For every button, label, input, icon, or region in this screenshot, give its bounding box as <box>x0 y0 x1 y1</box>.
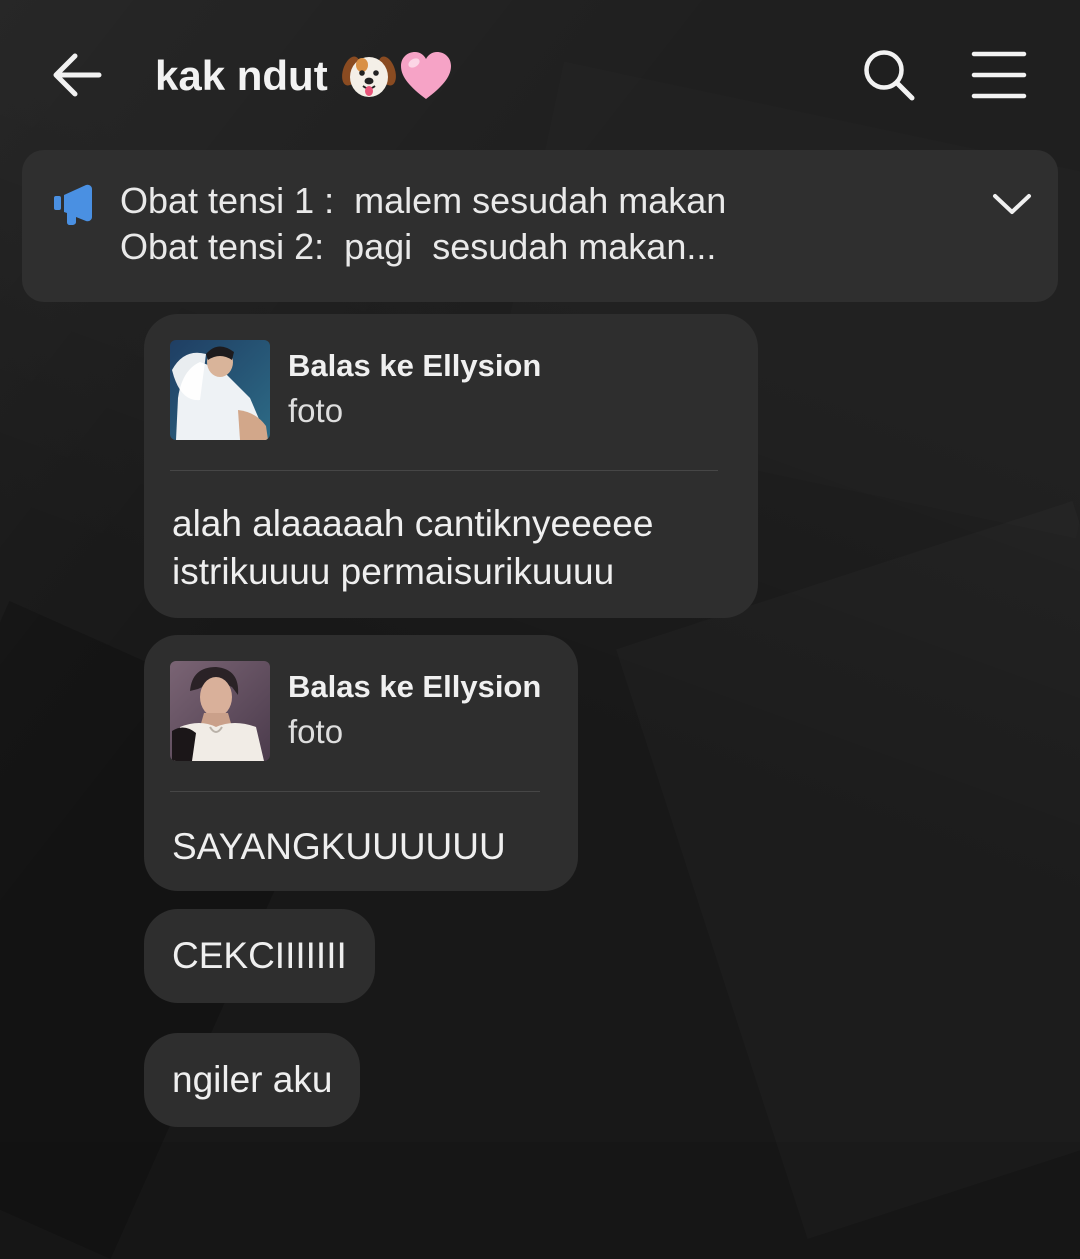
message-bubble[interactable]: Balas ke Ellysion foto alah alaaaaah can… <box>144 314 758 618</box>
message-text: alah alaaaaah cantiknyeeeee istrikuuuu pe… <box>172 500 653 596</box>
dog-face-emoji <box>341 56 396 97</box>
chat-title[interactable]: kak ndut <box>155 46 454 106</box>
reply-preview[interactable]: Balas ke Ellysion foto <box>170 340 541 440</box>
chevron-down-icon <box>993 194 1031 214</box>
message-line: istrikuuuu permaisurikuuuu <box>172 551 615 592</box>
back-button[interactable] <box>44 42 110 108</box>
reply-meta: Balas ke Ellysion foto <box>288 666 541 756</box>
expand-pinned-button[interactable] <box>982 178 1042 230</box>
message-text: CEKCIIIIIII <box>172 935 347 976</box>
message-bubble[interactable]: ngiler aku <box>144 1033 361 1127</box>
pink-heart-emoji <box>400 52 451 99</box>
reply-type-label: foto <box>288 713 344 750</box>
message-bubble[interactable]: CEKCIIIIIII <box>144 909 375 1003</box>
pinned-line-1: Obat tensi 1 : malem sesudah makan <box>120 180 727 221</box>
search-icon <box>864 50 915 101</box>
pinned-line-2: Obat tensi 2: pagi sesudah makan... <box>120 226 717 267</box>
arrow-left-icon <box>53 53 102 97</box>
message-line: alah alaaaaah cantiknyeeeee <box>172 503 654 544</box>
message-line: SAYANGKUUUUUU <box>172 826 506 867</box>
chat-header: kak ndut <box>0 0 1080 148</box>
title-emojis <box>341 49 454 103</box>
reply-to-label: Balas ke Ellysion <box>288 348 542 383</box>
reply-type-label: foto <box>288 392 344 429</box>
reply-divider <box>170 470 718 471</box>
pinned-text: Obat tensi 1 : malem sesudah makan Obat t… <box>120 178 960 270</box>
reply-to-label: Balas ke Ellysion <box>288 669 542 704</box>
message-text: ngiler aku <box>172 1059 333 1100</box>
search-button[interactable] <box>856 42 922 108</box>
reply-meta: Balas ke Ellysion foto <box>288 345 541 435</box>
reply-photo-thumbnail <box>170 340 270 440</box>
menu-button[interactable] <box>966 42 1032 108</box>
chat-title-text: kak ndut <box>155 52 328 99</box>
reply-preview[interactable]: Balas ke Ellysion foto <box>170 661 541 761</box>
reply-divider <box>170 791 540 792</box>
megaphone-icon <box>54 184 92 225</box>
message-bubble[interactable]: Balas ke Ellysion foto SAYANGKUUUUUU <box>144 635 578 891</box>
pinned-announcement[interactable]: Obat tensi 1 : malem sesudah makan Obat t… <box>22 150 1058 302</box>
reply-photo-thumbnail <box>170 661 270 761</box>
message-text: SAYANGKUUUUUU <box>172 823 506 871</box>
hamburger-menu-icon <box>971 51 1027 99</box>
